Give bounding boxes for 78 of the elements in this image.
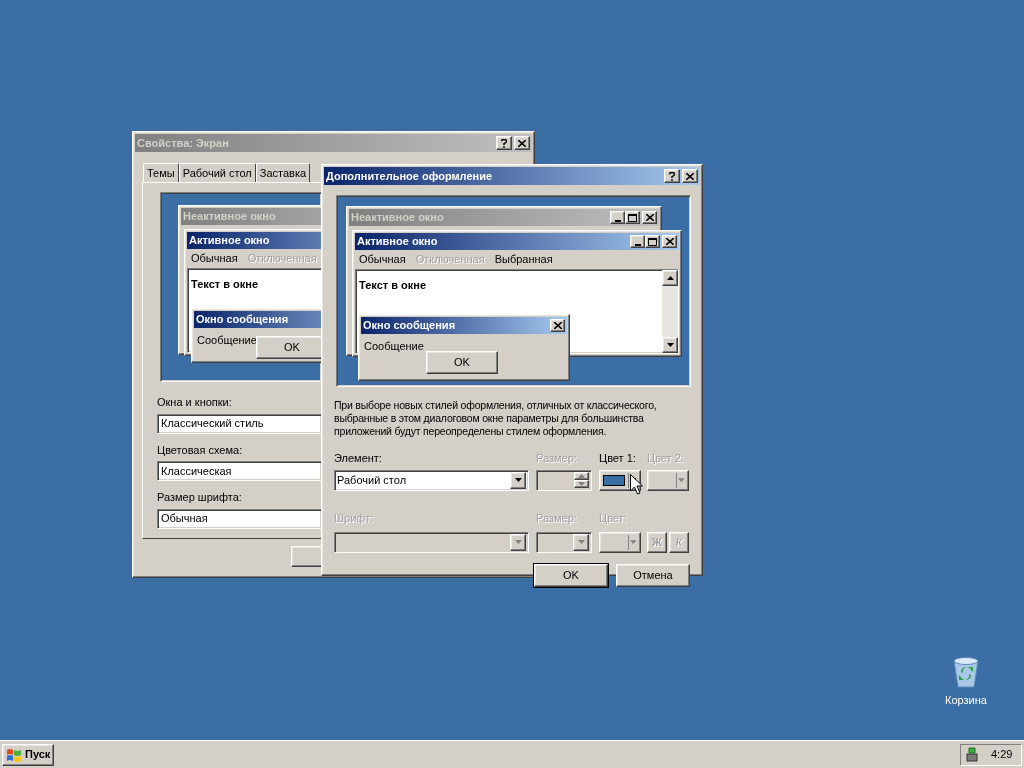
down-arrow-icon: [577, 540, 585, 544]
dropdown[interactable]: Обычная: [157, 508, 322, 529]
menu-item[interactable]: Обычная: [359, 251, 406, 268]
maximize-icon: [648, 237, 657, 246]
field-label: Элемент:: [334, 451, 383, 466]
close-button[interactable]: [550, 319, 565, 332]
cursor-icon: [630, 474, 643, 495]
desktop-icon-label[interactable]: Корзина: [945, 692, 987, 709]
close-icon: [686, 172, 694, 180]
tab[interactable]: Темы: [143, 163, 179, 182]
help-icon: [669, 171, 675, 181]
close-icon: [665, 238, 674, 245]
close-icon: [553, 322, 562, 329]
close-button[interactable]: [514, 136, 530, 150]
dialog-button[interactable]: Отмена: [616, 563, 690, 587]
message-text: Сообщение: [363, 339, 425, 354]
down-arrow-icon: [514, 540, 522, 544]
field-label: Окна и кнопки:: [157, 395, 232, 410]
menu-item[interactable]: Выбранная: [494, 251, 553, 268]
down-arrow-icon: [630, 540, 637, 544]
dropdown-value: Классическая: [160, 463, 233, 479]
minimize-icon: [614, 219, 621, 222]
minimize-button[interactable]: [610, 211, 625, 224]
tab[interactable]: Рабочий стол: [178, 163, 256, 182]
dropdown-value: Классический стиль: [160, 416, 265, 432]
help-button[interactable]: [496, 136, 512, 150]
title-text: Окно сообщения: [196, 312, 289, 328]
up-arrow-icon: [666, 276, 674, 280]
dropdown[interactable]: Классическая: [157, 461, 322, 481]
close-button[interactable]: [682, 169, 698, 183]
title-text: Активное окно: [189, 233, 270, 249]
title-text: Свойства: Экран: [137, 135, 229, 151]
up-arrow-icon: [578, 474, 585, 478]
title-text: Дополнительное оформление: [326, 168, 493, 184]
recycle-bin-icon[interactable]: [950, 656, 981, 688]
ok-button[interactable]: OK: [426, 351, 498, 374]
field-label: Размер шрифта:: [157, 490, 242, 505]
help-button[interactable]: [664, 169, 680, 183]
close-button[interactable]: [642, 211, 657, 224]
dialog-button[interactable]: OK: [534, 563, 608, 587]
close-icon: [645, 214, 654, 221]
maximize-button[interactable]: [625, 211, 640, 224]
message-text: Сообщение: [196, 333, 258, 348]
clock[interactable]: 4:29: [991, 746, 1013, 763]
title-text: Неактивное окно: [183, 209, 276, 225]
field-label: Цветовая схема:: [157, 442, 243, 458]
dropdown-value: Рабочий стол: [336, 472, 408, 488]
down-arrow-icon: [514, 478, 522, 482]
window-text: Текст в окне: [359, 279, 426, 291]
tab[interactable]: Заставка: [255, 163, 311, 182]
start-button[interactable]: Пуск: [2, 743, 55, 766]
field-label: Цвет 1:: [599, 451, 637, 466]
close-button[interactable]: [662, 235, 677, 248]
title-text: Окно сообщения: [363, 318, 456, 334]
title-text: Активное окно: [357, 234, 438, 250]
title-text: Неактивное окно: [351, 210, 444, 226]
dropdown-arrow-button[interactable]: [510, 471, 526, 489]
down-arrow-icon: [578, 482, 585, 486]
down-arrow-icon: [678, 478, 685, 482]
minimize-button[interactable]: [630, 235, 645, 248]
menu-item[interactable]: Обычная: [191, 250, 238, 267]
maximize-button[interactable]: [645, 235, 660, 248]
network-icon[interactable]: [965, 746, 981, 763]
dropdown-value: Обычная: [160, 511, 209, 527]
maximize-icon: [628, 213, 637, 222]
scroll-up-button[interactable]: [662, 270, 678, 286]
window-text: Текст в окне: [191, 278, 258, 290]
help-icon: [501, 138, 507, 148]
ok-button[interactable]: OK: [256, 336, 321, 359]
close-icon: [518, 139, 526, 147]
note-text: При выборе новых стилей оформления, отличных от классического, выбранные в этом диалоговом окне параметры для большинства приложений будут переопределены стилем оформления.: [334, 399, 658, 438]
dropdown[interactable]: Классический стиль: [157, 413, 322, 434]
windows-logo-icon: [6, 747, 22, 762]
scrollbar[interactable]: [662, 270, 678, 353]
scroll-down-button[interactable]: [662, 337, 678, 353]
down-arrow-icon: [666, 343, 674, 347]
dropdown[interactable]: Рабочий стол: [334, 469, 529, 491]
minimize-icon: [634, 243, 641, 246]
